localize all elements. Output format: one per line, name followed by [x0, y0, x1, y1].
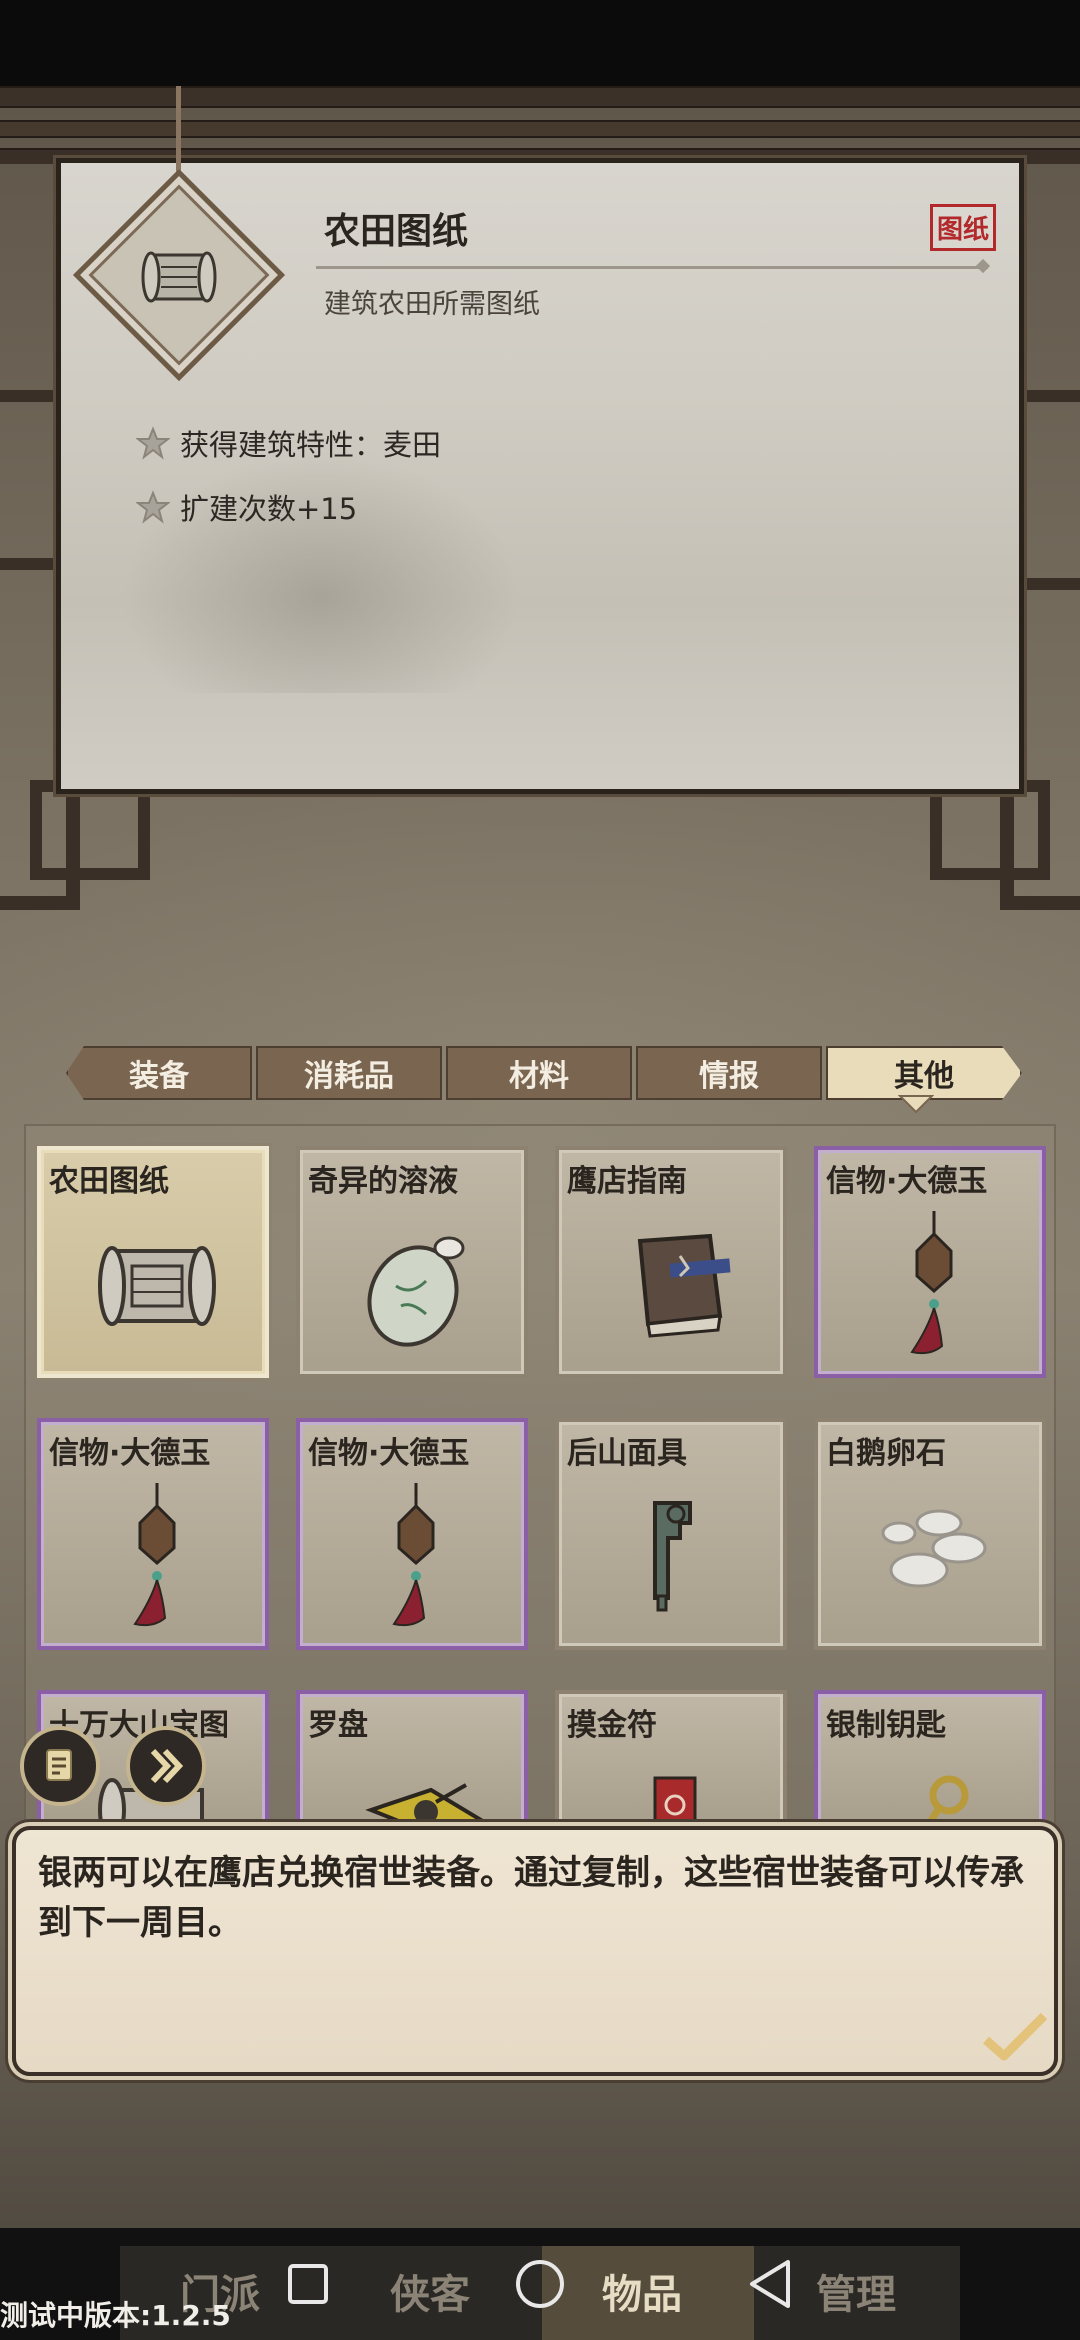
item-cell[interactable]: 信物·大德玉	[296, 1418, 528, 1650]
item-cell[interactable]: 鹰店指南	[555, 1146, 787, 1378]
dialog-text: 银两可以在鹰店兑换宿世装备。通过复制，这些宿世装备可以传承到下一周目。	[38, 1853, 1024, 1943]
item-cell-name: 白鹅卵石	[826, 1436, 946, 1471]
fast-forward-button[interactable]	[126, 1726, 206, 1806]
item-cell-name: 鹰店指南	[567, 1164, 687, 1199]
item-property: 扩建次数+15	[136, 486, 357, 528]
version-label: 测试中版本:1.2.5	[0, 2299, 231, 2332]
window-lattice	[930, 780, 1050, 880]
item-cell[interactable]: 农田图纸	[37, 1146, 269, 1378]
item-title: 农田图纸	[324, 211, 469, 252]
item-cell[interactable]: 罗盘	[296, 1690, 528, 1830]
chevron-down-icon	[898, 1095, 934, 1114]
potion-icon	[367, 1236, 465, 1347]
item-icon-frame	[72, 168, 286, 382]
star-icon	[136, 426, 170, 460]
item-description: 建筑农田所需图纸	[324, 289, 540, 320]
tab-equipment[interactable]: 装备	[66, 1046, 252, 1100]
scroll-icon	[98, 1246, 216, 1326]
item-cell-name: 信物·大德玉	[49, 1436, 211, 1471]
item-cell-name: 农田图纸	[49, 1164, 169, 1199]
item-cell[interactable]: 奇异的溶液	[296, 1146, 528, 1378]
item-cell-name: 银制钥匙	[826, 1708, 946, 1743]
book-icon	[637, 1233, 731, 1338]
jade-pendant-icon	[133, 1483, 176, 1627]
category-tabs: 装备 消耗品 材料 情报 其他	[56, 1046, 1024, 1100]
pebbles-icon	[881, 1509, 987, 1588]
nav-tab-items[interactable]: 物品	[602, 2262, 682, 2320]
jade-pendant-icon	[910, 1211, 953, 1355]
item-cell-name: 信物·大德玉	[308, 1436, 470, 1471]
item-cell[interactable]: 后山面具	[555, 1418, 787, 1650]
tab-materials[interactable]: 材料	[446, 1046, 632, 1100]
item-cell[interactable]: 白鹅卵石	[814, 1418, 1046, 1650]
item-type-tag: 图纸	[930, 204, 997, 251]
item-cell-name: 奇异的溶液	[308, 1164, 458, 1199]
window-lattice	[30, 780, 150, 880]
key-icon	[921, 1775, 969, 1830]
item-cell-name: 后山面具	[567, 1436, 687, 1471]
mask-icon	[653, 1501, 692, 1612]
item-property: 获得建筑特性：麦田	[136, 422, 441, 464]
tab-other[interactable]: 其他	[826, 1046, 1022, 1100]
item-cell-name: 摸金符	[567, 1708, 657, 1743]
back-icon[interactable]	[742, 2254, 802, 2314]
tutorial-dialog[interactable]: 银两可以在鹰店兑换宿世装备。通过复制，这些宿世装备可以传承到下一周目。	[12, 1826, 1058, 2076]
nav-tab-manage[interactable]: 管理	[816, 2262, 896, 2320]
log-button[interactable]	[20, 1726, 100, 1806]
nav-tab-heroes[interactable]: 侠客	[390, 2262, 470, 2320]
item-property-text: 获得建筑特性：麦田	[180, 428, 442, 462]
divider	[316, 266, 988, 269]
jade-pendant-icon	[392, 1483, 435, 1627]
item-cell-name: 信物·大德玉	[826, 1164, 988, 1199]
talisman-icon	[653, 1776, 697, 1830]
roof-beam	[0, 86, 1080, 108]
item-cell[interactable]: 银制钥匙	[814, 1690, 1046, 1830]
star-icon	[136, 490, 170, 524]
recent-apps-icon[interactable]	[278, 2254, 338, 2314]
home-icon[interactable]	[510, 2254, 570, 2314]
item-property-text: 扩建次数+15	[180, 492, 358, 526]
item-cell-name: 罗盘	[308, 1708, 368, 1743]
log-icon	[46, 1749, 72, 1781]
item-cell[interactable]: 信物·大德玉	[37, 1418, 269, 1650]
tab-intel[interactable]: 情报	[636, 1046, 822, 1100]
tab-consumables[interactable]: 消耗品	[256, 1046, 442, 1100]
compass-icon	[365, 1783, 487, 1830]
item-cell[interactable]: 摸金符	[555, 1690, 787, 1830]
roof-beam	[0, 120, 1080, 138]
item-cell[interactable]: 信物·大德玉	[814, 1146, 1046, 1378]
status-bar	[0, 0, 1080, 86]
fast-forward-icon	[150, 1748, 184, 1784]
checkmark-icon[interactable]	[980, 2010, 1050, 2064]
scroll-icon	[141, 251, 217, 303]
